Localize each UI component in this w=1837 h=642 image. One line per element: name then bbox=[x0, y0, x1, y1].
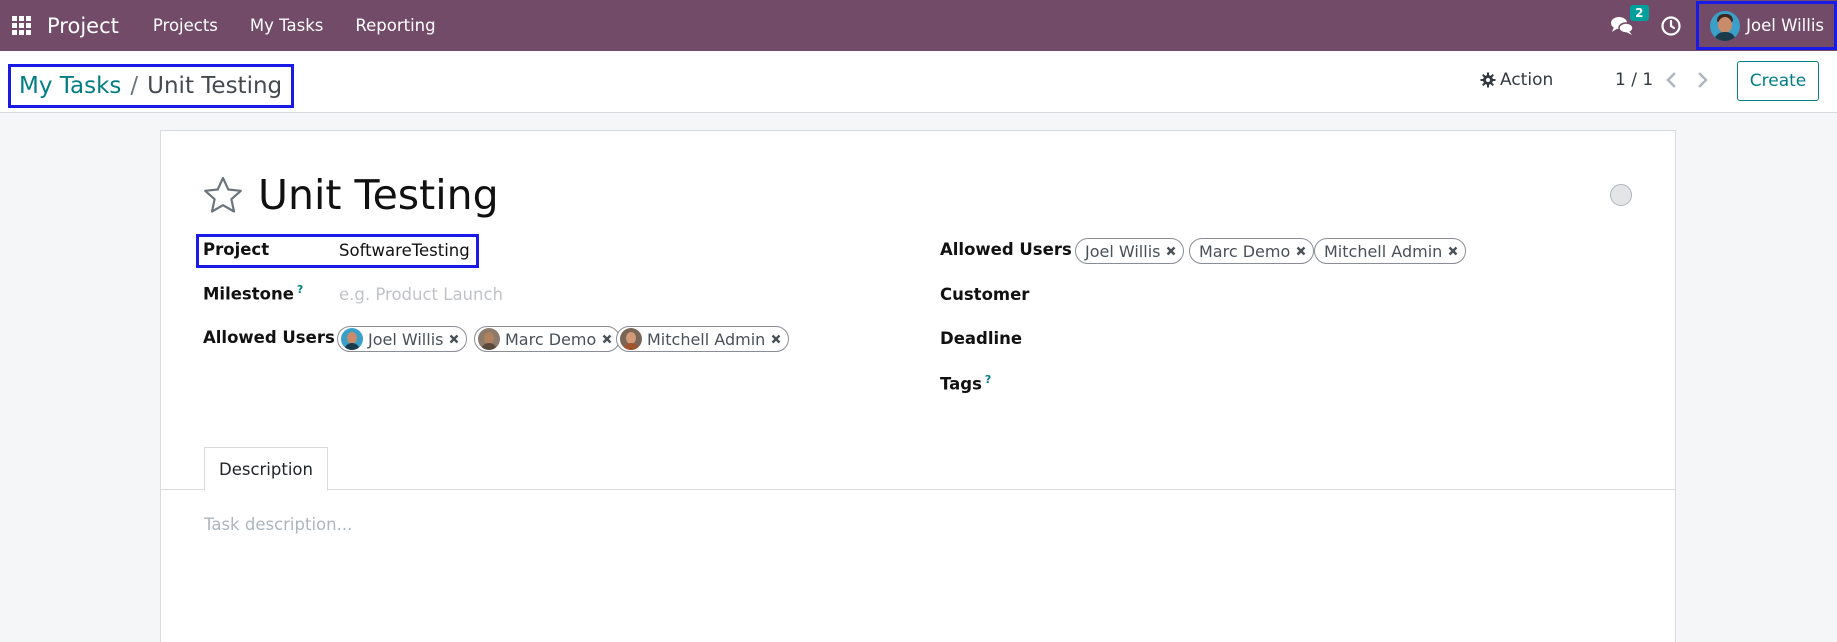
tag-label: Joel Willis bbox=[1085, 241, 1161, 261]
form-sheet: Unit Testing Project SoftwareTesting Mil… bbox=[160, 130, 1676, 642]
allowed-users-label-right: Allowed Users bbox=[940, 240, 1072, 259]
avatar bbox=[478, 328, 500, 350]
top-navbar: Project Projects My Tasks Reporting 2 Jo… bbox=[0, 0, 1837, 51]
control-panel: My Tasks / Unit Testing Action 1 / 1 Cre… bbox=[0, 51, 1837, 113]
tags-label: Tags? bbox=[940, 373, 992, 394]
tags-help-icon[interactable]: ? bbox=[985, 373, 991, 386]
kanban-state-indicator[interactable] bbox=[1610, 184, 1632, 206]
task-title[interactable]: Unit Testing bbox=[258, 171, 499, 219]
messages-icon[interactable]: 2 bbox=[1610, 4, 1649, 37]
action-label: Action bbox=[1500, 70, 1554, 90]
action-button[interactable]: Action bbox=[1480, 70, 1553, 90]
allowed-users-label: Allowed Users bbox=[203, 328, 335, 347]
remove-tag-icon[interactable] bbox=[1166, 246, 1176, 256]
description-editor[interactable]: Task description... bbox=[204, 515, 352, 534]
milestone-help-icon[interactable]: ? bbox=[297, 283, 303, 296]
user-avatar bbox=[1710, 10, 1741, 41]
breadcrumb: My Tasks / Unit Testing bbox=[8, 64, 295, 108]
remove-tag-icon[interactable] bbox=[1448, 246, 1458, 256]
breadcrumb-current: Unit Testing bbox=[147, 73, 283, 99]
project-label: Project bbox=[203, 240, 270, 259]
customer-label: Customer bbox=[940, 285, 1030, 304]
remove-tag-icon[interactable] bbox=[1296, 246, 1306, 256]
apps-menu-icon[interactable] bbox=[12, 15, 32, 36]
app-name[interactable]: Project bbox=[47, 14, 119, 38]
menu-my-tasks[interactable]: My Tasks bbox=[250, 16, 323, 35]
deadline-label: Deadline bbox=[940, 329, 1023, 348]
chevron-left-icon[interactable] bbox=[1662, 68, 1682, 92]
user-tag-mitchell-admin-right[interactable]: Mitchell Admin bbox=[1314, 238, 1467, 264]
breadcrumb-my-tasks[interactable]: My Tasks bbox=[19, 73, 121, 99]
chevron-right-icon[interactable] bbox=[1692, 68, 1712, 92]
remove-tag-icon[interactable] bbox=[449, 334, 459, 344]
milestone-input[interactable]: e.g. Product Launch bbox=[339, 285, 503, 304]
messages-count-badge: 2 bbox=[1630, 4, 1649, 21]
create-button[interactable]: Create bbox=[1737, 61, 1819, 101]
user-tag-joel-willis[interactable]: Joel Willis bbox=[337, 326, 468, 352]
tag-label: Marc Demo bbox=[1199, 241, 1291, 261]
milestone-label: Milestone? bbox=[203, 283, 304, 304]
breadcrumb-separator: / bbox=[130, 73, 139, 99]
tag-label: Mitchell Admin bbox=[647, 329, 766, 349]
tab-divider bbox=[161, 489, 1675, 490]
project-field[interactable]: SoftwareTesting bbox=[339, 241, 470, 260]
tag-label: Joel Willis bbox=[368, 329, 444, 349]
user-tag-mitchell-admin[interactable]: Mitchell Admin bbox=[616, 326, 790, 352]
tag-label: Mitchell Admin bbox=[1324, 241, 1443, 261]
star-icon[interactable] bbox=[202, 175, 244, 215]
user-name: Joel Willis bbox=[1746, 16, 1824, 35]
menu-reporting[interactable]: Reporting bbox=[355, 16, 435, 35]
tag-label: Marc Demo bbox=[505, 329, 597, 349]
activity-clock-icon[interactable] bbox=[1660, 15, 1682, 37]
avatar bbox=[620, 328, 642, 350]
remove-tag-icon[interactable] bbox=[602, 334, 612, 344]
menu-projects[interactable]: Projects bbox=[153, 16, 218, 35]
pager-value[interactable]: 1 / 1 bbox=[1615, 70, 1653, 90]
avatar bbox=[341, 328, 363, 350]
user-tag-marc-demo[interactable]: Marc Demo bbox=[474, 326, 621, 352]
user-tag-joel-willis-right[interactable]: Joel Willis bbox=[1075, 238, 1185, 264]
remove-tag-icon[interactable] bbox=[771, 334, 781, 344]
user-tag-marc-demo-right[interactable]: Marc Demo bbox=[1189, 238, 1315, 264]
tab-description[interactable]: Description bbox=[204, 447, 328, 491]
user-menu[interactable]: Joel Willis bbox=[1696, 1, 1837, 50]
gear-icon bbox=[1480, 72, 1496, 88]
